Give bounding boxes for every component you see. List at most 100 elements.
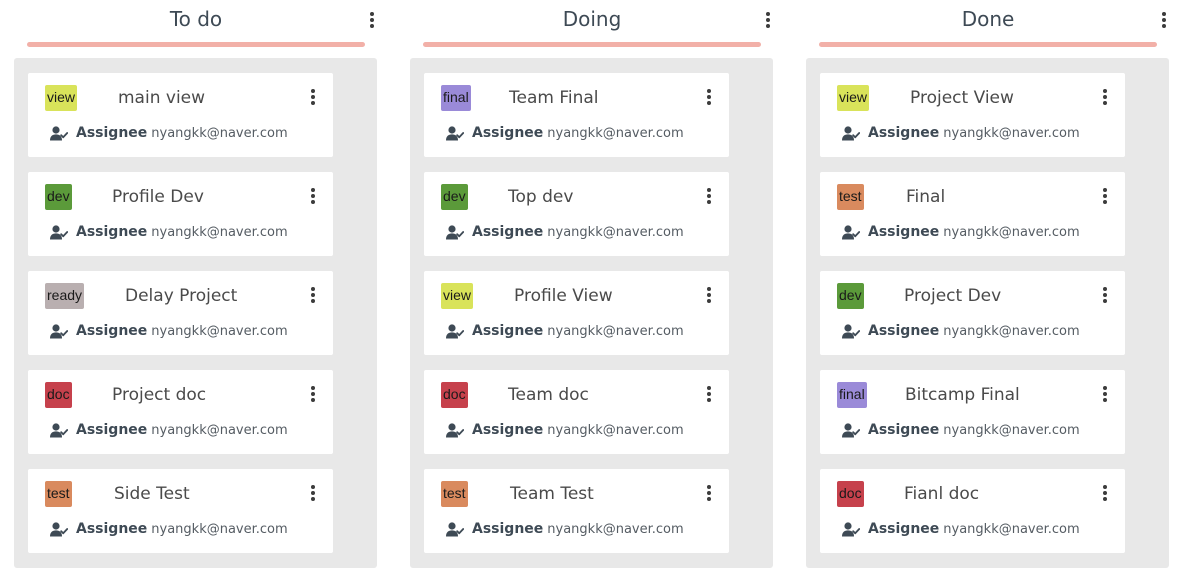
assignee-row: Assignee nyangkk@naver.com — [842, 123, 1080, 143]
column-underline — [27, 42, 365, 47]
card-menu-icon[interactable] — [701, 185, 717, 207]
card-menu-icon[interactable] — [305, 284, 321, 306]
task-card[interactable]: doc Project doc Assignee nyangkk@naver.c… — [28, 370, 333, 454]
task-title: Delay Project — [125, 286, 238, 306]
assignee-row: Assignee nyangkk@naver.com — [446, 123, 684, 143]
task-title: Team Test — [510, 484, 594, 504]
column-menu-icon[interactable] — [364, 9, 380, 31]
task-card[interactable]: test Team Test Assignee nyangkk@naver.co… — [424, 469, 729, 553]
assignee-row: Assignee nyangkk@naver.com — [446, 321, 684, 341]
column-card-list: final Team Final Assignee nyangkk@naver.… — [410, 58, 773, 568]
task-title: Profile Dev — [112, 187, 204, 207]
card-menu-icon[interactable] — [1097, 284, 1113, 306]
user-check-icon — [50, 125, 68, 140]
assignee-email: nyangkk@naver.com — [151, 521, 288, 537]
column-title: Doing — [562, 7, 622, 31]
assignee-label: Assignee — [76, 125, 148, 141]
task-tag: test — [837, 184, 864, 210]
card-menu-icon[interactable] — [701, 284, 717, 306]
assignee-label: Assignee — [868, 323, 940, 339]
task-tag: final — [441, 85, 471, 111]
task-card[interactable]: dev Top dev Assignee nyangkk@naver.com — [424, 172, 729, 256]
assignee-row: Assignee nyangkk@naver.com — [50, 321, 288, 341]
user-check-icon — [446, 422, 464, 437]
task-tag: doc — [45, 382, 72, 408]
assignee-row: Assignee nyangkk@naver.com — [50, 222, 288, 242]
assignee-label: Assignee — [868, 521, 940, 537]
column-title: Done — [961, 7, 1015, 31]
task-title: Side Test — [114, 484, 190, 504]
user-check-icon — [842, 422, 860, 437]
assignee-email: nyangkk@naver.com — [943, 521, 1080, 537]
assignee-email: nyangkk@naver.com — [547, 521, 684, 537]
task-card[interactable]: view Project View Assignee nyangkk@naver… — [820, 73, 1125, 157]
task-card[interactable]: final Team Final Assignee nyangkk@naver.… — [424, 73, 729, 157]
user-check-icon — [842, 224, 860, 239]
column-header: To do — [14, 0, 380, 47]
task-title: Profile View — [514, 286, 613, 306]
task-title: Bitcamp Final — [905, 385, 1020, 405]
assignee-label: Assignee — [472, 125, 544, 141]
assignee-row: Assignee nyangkk@naver.com — [842, 321, 1080, 341]
user-check-icon — [842, 521, 860, 536]
task-title: Project doc — [112, 385, 207, 405]
assignee-email: nyangkk@naver.com — [151, 422, 288, 438]
user-check-icon — [842, 125, 860, 140]
user-check-icon — [50, 422, 68, 437]
assignee-label: Assignee — [868, 125, 940, 141]
task-card[interactable]: dev Profile Dev Assignee nyangkk@naver.c… — [28, 172, 333, 256]
user-check-icon — [446, 521, 464, 536]
column-menu-icon[interactable] — [760, 9, 776, 31]
task-card[interactable]: dev Project Dev Assignee nyangkk@naver.c… — [820, 271, 1125, 355]
task-card[interactable]: test Final Assignee nyangkk@naver.com — [820, 172, 1125, 256]
task-tag: view — [45, 85, 78, 111]
task-title: Top dev — [508, 187, 574, 207]
column-card-list: view main view Assignee nyangkk@naver.co… — [14, 58, 377, 568]
assignee-label: Assignee — [76, 422, 148, 438]
card-menu-icon[interactable] — [305, 185, 321, 207]
assignee-email: nyangkk@naver.com — [151, 224, 288, 240]
card-menu-icon[interactable] — [1097, 383, 1113, 405]
task-card[interactable]: view main view Assignee nyangkk@naver.co… — [28, 73, 333, 157]
task-tag: test — [45, 481, 72, 507]
card-menu-icon[interactable] — [701, 86, 717, 108]
assignee-email: nyangkk@naver.com — [943, 224, 1080, 240]
assignee-email: nyangkk@naver.com — [547, 224, 684, 240]
task-tag: dev — [837, 283, 864, 309]
card-menu-icon[interactable] — [701, 482, 717, 504]
user-check-icon — [842, 323, 860, 338]
user-check-icon — [446, 323, 464, 338]
assignee-label: Assignee — [76, 521, 148, 537]
task-card[interactable]: ready Delay Project Assignee nyangkk@nav… — [28, 271, 333, 355]
assignee-row: Assignee nyangkk@naver.com — [50, 519, 288, 539]
assignee-row: Assignee nyangkk@naver.com — [446, 420, 684, 440]
assignee-email: nyangkk@naver.com — [547, 422, 684, 438]
column-title: To do — [169, 7, 223, 31]
assignee-email: nyangkk@naver.com — [151, 125, 288, 141]
card-menu-icon[interactable] — [701, 383, 717, 405]
task-title: Team doc — [508, 385, 589, 405]
assignee-label: Assignee — [472, 422, 544, 438]
task-card[interactable]: final Bitcamp Final Assignee nyangkk@nav… — [820, 370, 1125, 454]
card-menu-icon[interactable] — [305, 482, 321, 504]
task-card[interactable]: test Side Test Assignee nyangkk@naver.co… — [28, 469, 333, 553]
task-tag: ready — [45, 283, 85, 309]
column-header: Done — [806, 0, 1172, 47]
card-menu-icon[interactable] — [305, 383, 321, 405]
assignee-label: Assignee — [472, 323, 544, 339]
task-card[interactable]: view Profile View Assignee nyangkk@naver… — [424, 271, 729, 355]
card-menu-icon[interactable] — [1097, 482, 1113, 504]
card-menu-icon[interactable] — [1097, 185, 1113, 207]
column-menu-icon[interactable] — [1156, 9, 1172, 31]
task-tag: view — [441, 283, 474, 309]
task-card[interactable]: doc Team doc Assignee nyangkk@naver.com — [424, 370, 729, 454]
card-menu-icon[interactable] — [305, 86, 321, 108]
task-tag: dev — [45, 184, 72, 210]
column-card-list: view Project View Assignee nyangkk@naver… — [806, 58, 1169, 568]
task-card[interactable]: doc Fianl doc Assignee nyangkk@naver.com — [820, 469, 1125, 553]
task-tag: doc — [441, 382, 468, 408]
task-title: Final — [906, 187, 946, 207]
card-menu-icon[interactable] — [1097, 86, 1113, 108]
kanban-board: To do view main view Assignee nyangkk@na… — [0, 0, 1197, 586]
assignee-row: Assignee nyangkk@naver.com — [842, 222, 1080, 242]
